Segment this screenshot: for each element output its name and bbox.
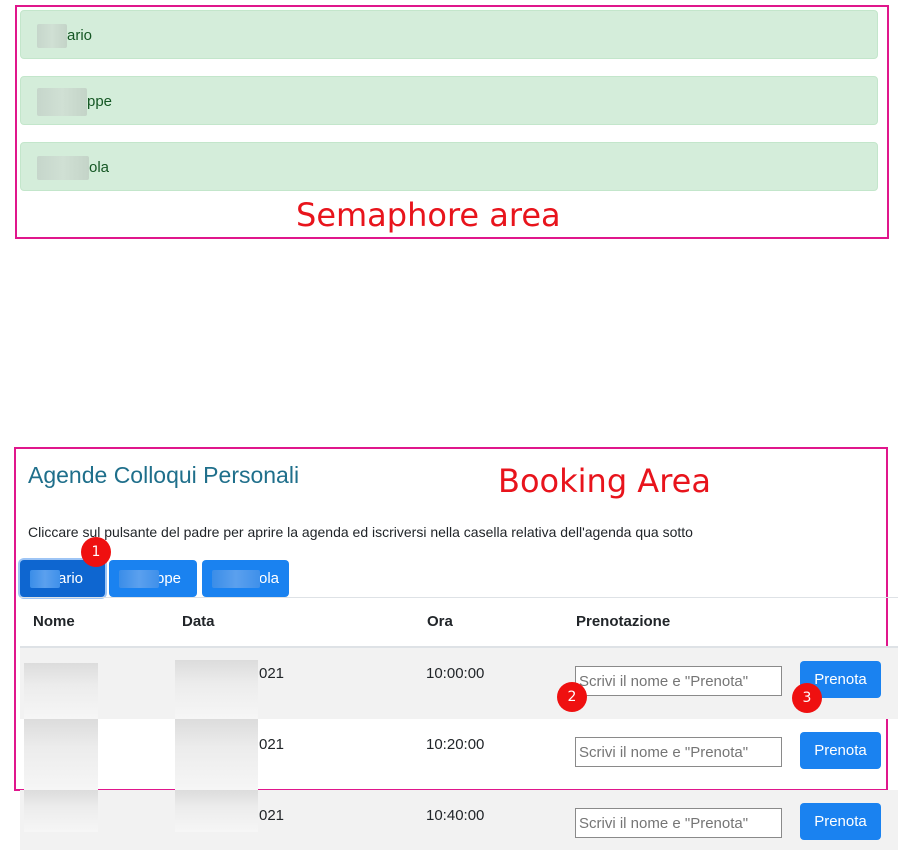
- cell-ora: 10:40:00: [426, 807, 485, 824]
- header-ora: Ora: [427, 613, 453, 630]
- booking-name-input[interactable]: [575, 666, 782, 696]
- cell-ora: 10:20:00: [426, 736, 485, 753]
- semaphore-area-label: Semaphore area: [296, 196, 561, 234]
- redacted-name: [212, 570, 260, 588]
- prenota-button[interactable]: Prenota: [800, 803, 881, 840]
- booking-area-label: Booking Area: [498, 462, 711, 500]
- semaphore-name-suffix: ario: [67, 27, 93, 44]
- redacted-name: [24, 663, 98, 719]
- semaphore-row: ppe: [20, 76, 878, 125]
- redacted-name: [24, 719, 98, 790]
- semaphore-row: ola: [20, 142, 878, 191]
- page-title: Agende Colloqui Personali: [28, 462, 300, 488]
- table-row: 021 10:40:00 Prenota: [20, 790, 898, 850]
- semaphore-row: ario: [20, 10, 878, 59]
- table-row: 021 10:20:00 Prenota: [20, 719, 898, 790]
- booking-name-input[interactable]: [575, 808, 782, 838]
- redacted-name: [24, 790, 98, 832]
- parent-tab-3[interactable]: ola: [202, 560, 289, 597]
- tab-label: ario: [58, 570, 84, 587]
- redacted-name: [37, 88, 87, 117]
- cell-ora: 10:00:00: [426, 665, 485, 682]
- header-prenotazione: Prenotazione: [576, 613, 671, 630]
- tab-label: ppe: [156, 570, 182, 587]
- cell-data: 021: [259, 807, 285, 824]
- redacted-name: [30, 570, 60, 588]
- redacted-date: [175, 719, 258, 790]
- redacted-name: [37, 156, 89, 181]
- redacted-date: [175, 790, 258, 832]
- annotation-badge-1: 1: [81, 537, 111, 567]
- tab-label: ola: [259, 570, 280, 587]
- parent-tab-2[interactable]: ppe: [109, 560, 197, 597]
- header-data: Data: [182, 613, 215, 630]
- semaphore-name-suffix: ppe: [87, 93, 113, 110]
- instructions-text: Cliccare sul pulsante del padre per apri…: [28, 524, 693, 540]
- table-top-border: [20, 597, 898, 598]
- redacted-date: [175, 660, 258, 719]
- redacted-name: [37, 24, 67, 49]
- annotation-badge-3: 3: [792, 683, 822, 713]
- annotation-badge-2: 2: [557, 682, 587, 712]
- redacted-name: [119, 570, 159, 588]
- booking-name-input[interactable]: [575, 737, 782, 767]
- table-row: 021 10:00:00 Prenota: [20, 648, 898, 719]
- cell-data: 021: [259, 665, 285, 682]
- semaphore-name-suffix: ola: [89, 159, 110, 176]
- cell-data: 021: [259, 736, 285, 753]
- header-nome: Nome: [33, 613, 75, 630]
- prenota-button[interactable]: Prenota: [800, 732, 881, 769]
